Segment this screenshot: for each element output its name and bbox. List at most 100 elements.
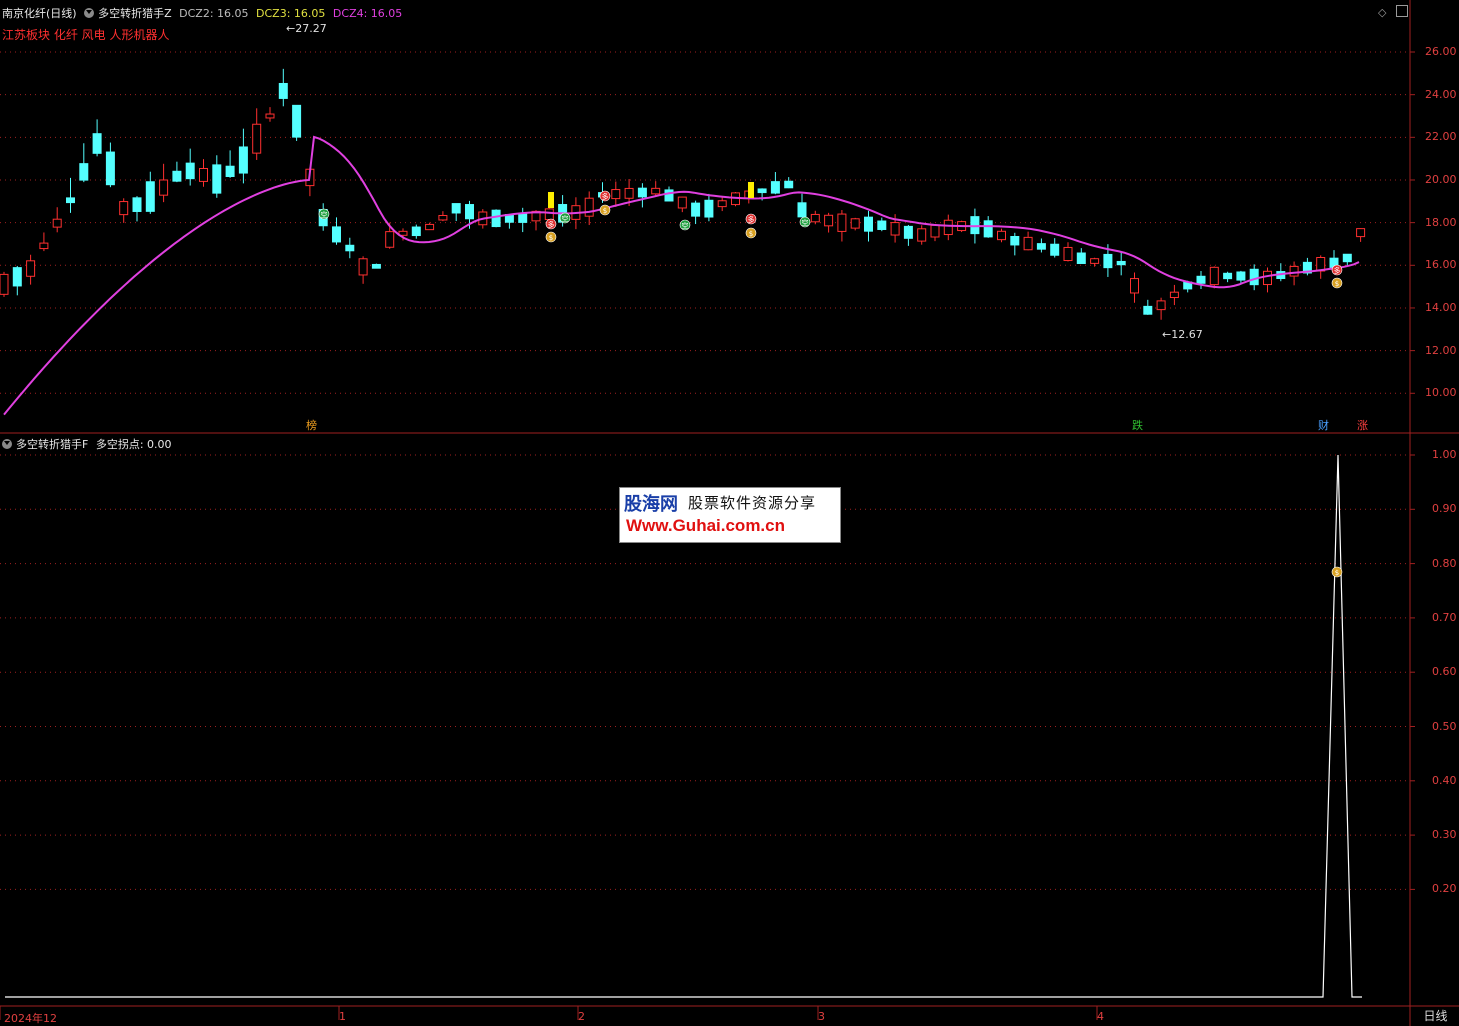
candle-body [1156, 300, 1166, 311]
watermark-url: Www.Guhai.com.cn [626, 516, 785, 535]
candle-body [292, 104, 302, 138]
x-label-feb: 2 [578, 1010, 585, 1023]
x-label-dec: 2024年12 [4, 1012, 57, 1025]
signal-duo-text: 多 [602, 192, 609, 201]
candle-body [212, 164, 222, 194]
candle-body [1289, 265, 1299, 277]
candle-body [1090, 258, 1100, 264]
candle-body [917, 228, 927, 242]
sub-y-label: 0.50 [1432, 719, 1457, 733]
signal-kong-text: 空 [682, 221, 689, 230]
candle-body [1063, 246, 1073, 262]
x-label-apr: 4 [1097, 1010, 1104, 1023]
signal-duo-text: 多 [748, 215, 755, 224]
candle-body [611, 189, 621, 200]
candle-body [1116, 260, 1126, 266]
stock-title[interactable]: 南京化纤(日线) [2, 7, 77, 20]
candle-body [1076, 252, 1086, 264]
candle-body [39, 242, 49, 250]
signal-duo-text: 多 [548, 220, 555, 229]
main-y-label: 12.00 [1425, 343, 1457, 357]
highlight-bar [548, 192, 554, 208]
candle-body [624, 187, 634, 199]
candle-body [1130, 278, 1139, 294]
indicator-dropdown-icon[interactable] [84, 8, 95, 18]
main-y-label: 16.00 [1425, 258, 1457, 272]
candle-body [252, 123, 262, 154]
indicator-name[interactable]: 多空转折猎手Z [98, 7, 172, 20]
high-price-mark: ←27.27 [286, 22, 327, 35]
candle-body [199, 168, 208, 182]
candle-body [411, 226, 421, 237]
candle-body [425, 223, 435, 231]
dcz4-value: DCZ4: 16.05 [332, 7, 403, 20]
signal-money-text: $ [1335, 280, 1339, 288]
candle-body [1103, 253, 1113, 269]
candle-body [159, 179, 169, 196]
candle-body [1342, 253, 1352, 263]
candle-body [864, 216, 873, 232]
sub-y-label: 0.80 [1432, 556, 1457, 570]
candle-body [770, 181, 780, 194]
candle-body [238, 146, 248, 174]
candle-body [185, 162, 195, 180]
period-tab[interactable]: 日线 [1412, 1008, 1459, 1026]
candle-body [172, 170, 182, 182]
candle-body [1036, 243, 1046, 250]
signal-kong-text: 空 [321, 210, 328, 219]
sub-indicator-name[interactable]: 多空转折猎手F [16, 438, 88, 451]
x-label-jan: 1 [339, 1010, 346, 1023]
candle-body [1143, 305, 1153, 315]
sub-indicator-dropdown-icon[interactable] [2, 439, 12, 449]
main-y-label: 14.00 [1425, 300, 1457, 314]
candle-body [66, 197, 75, 204]
candle-body [717, 200, 727, 208]
main-y-label: 20.00 [1425, 172, 1457, 186]
candle-body [890, 222, 900, 236]
candle-body [677, 196, 687, 209]
candle-body [757, 188, 767, 194]
chart-window: 空空空空多多多多 $ $ $ $ $ 南京化纤(日线) 多空转折猎手Z DCZ2: 16.… [0, 0, 1459, 1026]
candle-body [52, 218, 62, 228]
badge-zhang[interactable]: 涨 [1355, 420, 1370, 432]
osc-signal-money-text: $ [1335, 569, 1339, 577]
candle-body [1209, 266, 1219, 286]
badge-bang[interactable]: 榜 [304, 420, 319, 432]
candle-body [451, 203, 461, 214]
candle-body [345, 244, 355, 252]
signal-kong-text: 空 [802, 218, 809, 227]
candle-body [0, 273, 9, 295]
candle-body [358, 258, 368, 276]
candle-body [1196, 275, 1206, 284]
candle-body [997, 230, 1006, 241]
watermark-logo: 股海网 股票软件资源分享 Www.Guhai.com.cn [619, 487, 841, 543]
window-toggle-icon[interactable] [1396, 5, 1408, 17]
dcz2-value: DCZ2: 16.05 [179, 7, 249, 20]
sub-y-label: 1.00 [1432, 448, 1457, 461]
candle-body [1050, 243, 1060, 256]
badge-die[interactable]: 跌 [1130, 420, 1145, 432]
candle-body [983, 220, 993, 238]
candle-body [704, 199, 714, 218]
candle-body [265, 113, 275, 119]
candle-body [637, 187, 647, 198]
candle-body [797, 202, 807, 218]
candle-body [930, 224, 940, 238]
candle-body [837, 213, 847, 232]
candle-body [518, 213, 528, 223]
candle-body [92, 133, 102, 154]
badge-cai[interactable]: 财 [1316, 420, 1331, 432]
diamond-icon[interactable]: ◇ [1378, 6, 1386, 19]
candle-body [132, 197, 142, 212]
candle-body [1223, 272, 1233, 280]
candle-body [465, 204, 474, 220]
candle-body [1169, 291, 1179, 299]
candle-body [332, 226, 341, 243]
candle-body [119, 201, 129, 216]
sub-value-label: 多空拐点: 0.00 [95, 438, 172, 451]
candle-body [850, 218, 860, 229]
candle-body [225, 165, 235, 177]
candle-body [691, 202, 701, 217]
sub-y-label: 0.70 [1432, 610, 1457, 624]
watermark-slogan: 股票软件资源分享 [688, 494, 817, 512]
